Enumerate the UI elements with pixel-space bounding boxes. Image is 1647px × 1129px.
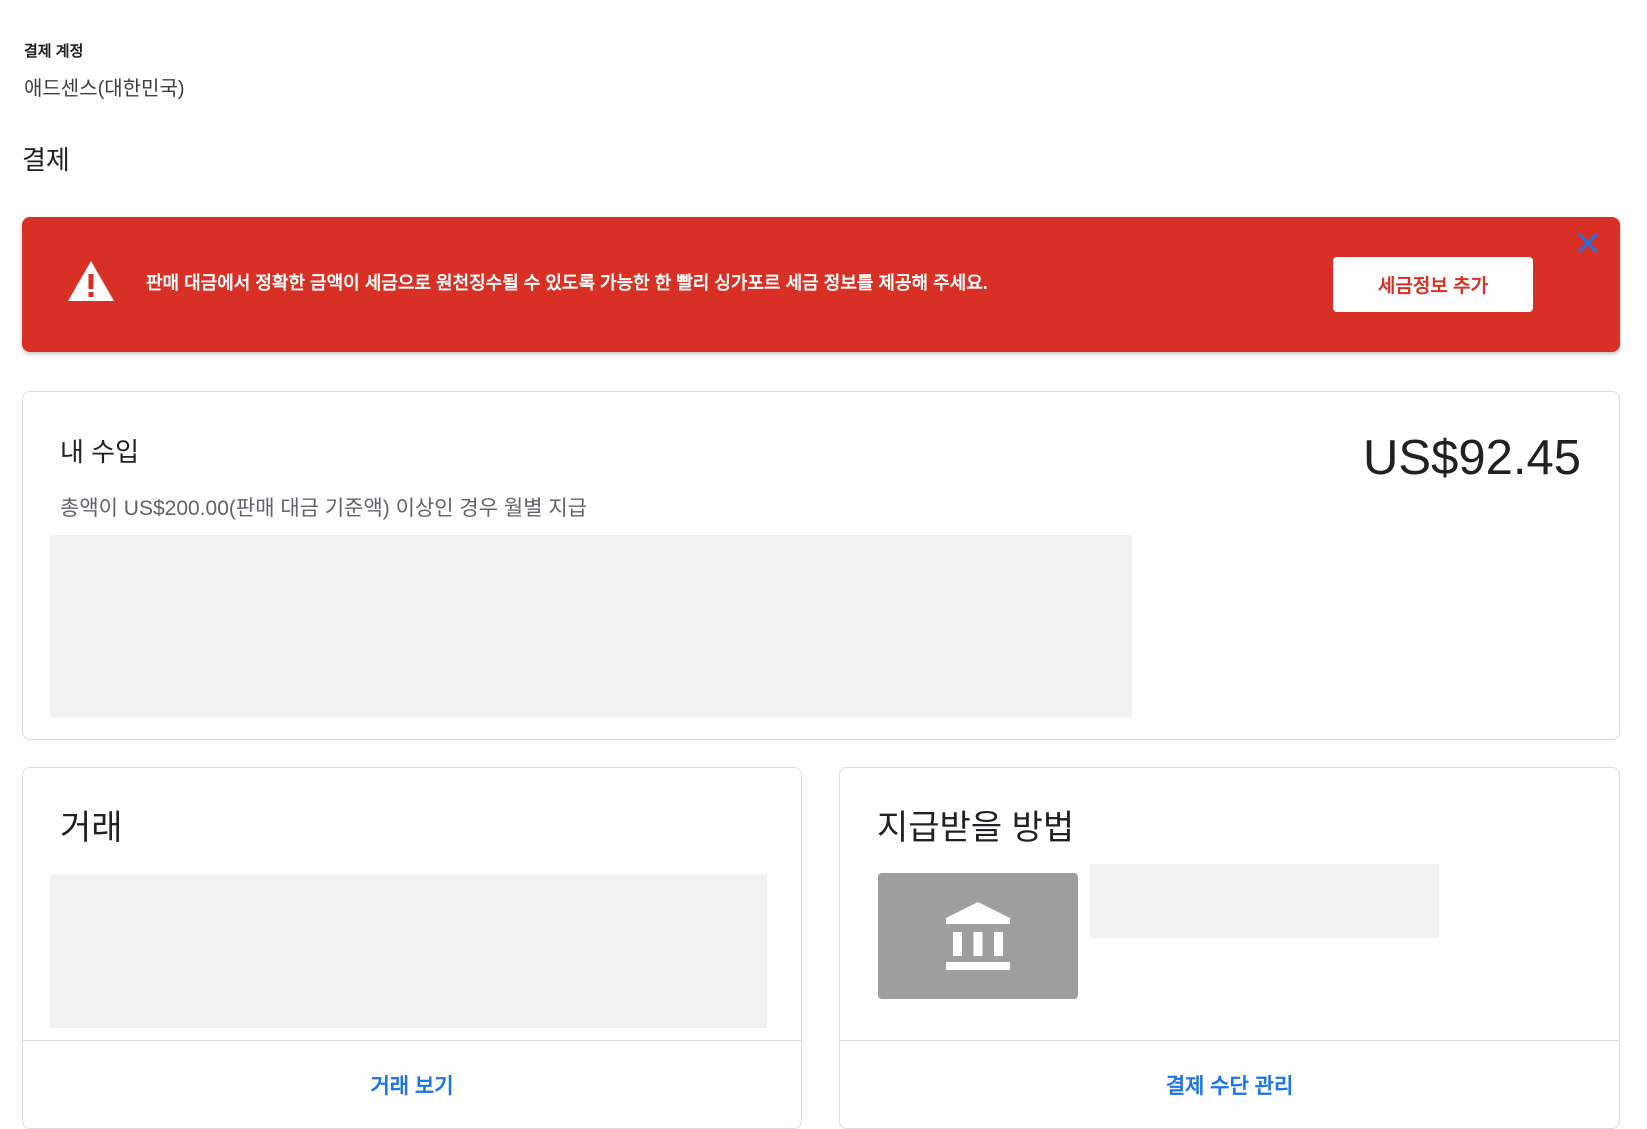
bank-icon-box	[878, 873, 1078, 999]
account-label: 결제 계정	[24, 43, 84, 60]
transactions-footer: 거래 보기	[23, 1040, 801, 1128]
earnings-subtitle: 총액이 US$200.00(판매 대금 기준액) 이상인 경우 월별 지급	[60, 497, 587, 520]
page-title: 결제	[22, 145, 70, 175]
payment-method-footer: 결제 수단 관리	[840, 1040, 1619, 1128]
warning-icon	[68, 261, 114, 301]
account-value: 애드센스(대한민국)	[24, 78, 185, 100]
earnings-amount: US$92.45	[1363, 431, 1581, 485]
close-icon[interactable]	[1575, 230, 1601, 256]
tax-info-alert: 판매 대금에서 정확한 금액이 세금으로 원천징수될 수 있도록 가능한 한 빨…	[22, 217, 1620, 352]
transactions-card: 거래 거래 보기	[22, 767, 802, 1129]
payment-method-placeholder	[1090, 864, 1439, 938]
view-transactions-link[interactable]: 거래 보기	[370, 1070, 453, 1100]
earnings-card: 내 수입 US$92.45 총액이 US$200.00(판매 대금 기준액) 이…	[22, 391, 1620, 740]
earnings-chart-placeholder	[50, 535, 1132, 718]
bank-icon	[946, 902, 1010, 970]
transactions-placeholder	[50, 874, 767, 1028]
payment-method-title: 지급받을 방법	[877, 809, 1075, 847]
alert-message: 판매 대금에서 정확한 금액이 세금으로 원천징수될 수 있도록 가능한 한 빨…	[146, 273, 988, 293]
transactions-title: 거래	[60, 809, 123, 847]
manage-payment-methods-link[interactable]: 결제 수단 관리	[1166, 1070, 1294, 1100]
payment-method-card: 지급받을 방법 결제 수단 관리	[839, 767, 1620, 1129]
earnings-title: 내 수입	[60, 437, 139, 467]
add-tax-info-button[interactable]: 세금정보 추가	[1333, 257, 1533, 312]
